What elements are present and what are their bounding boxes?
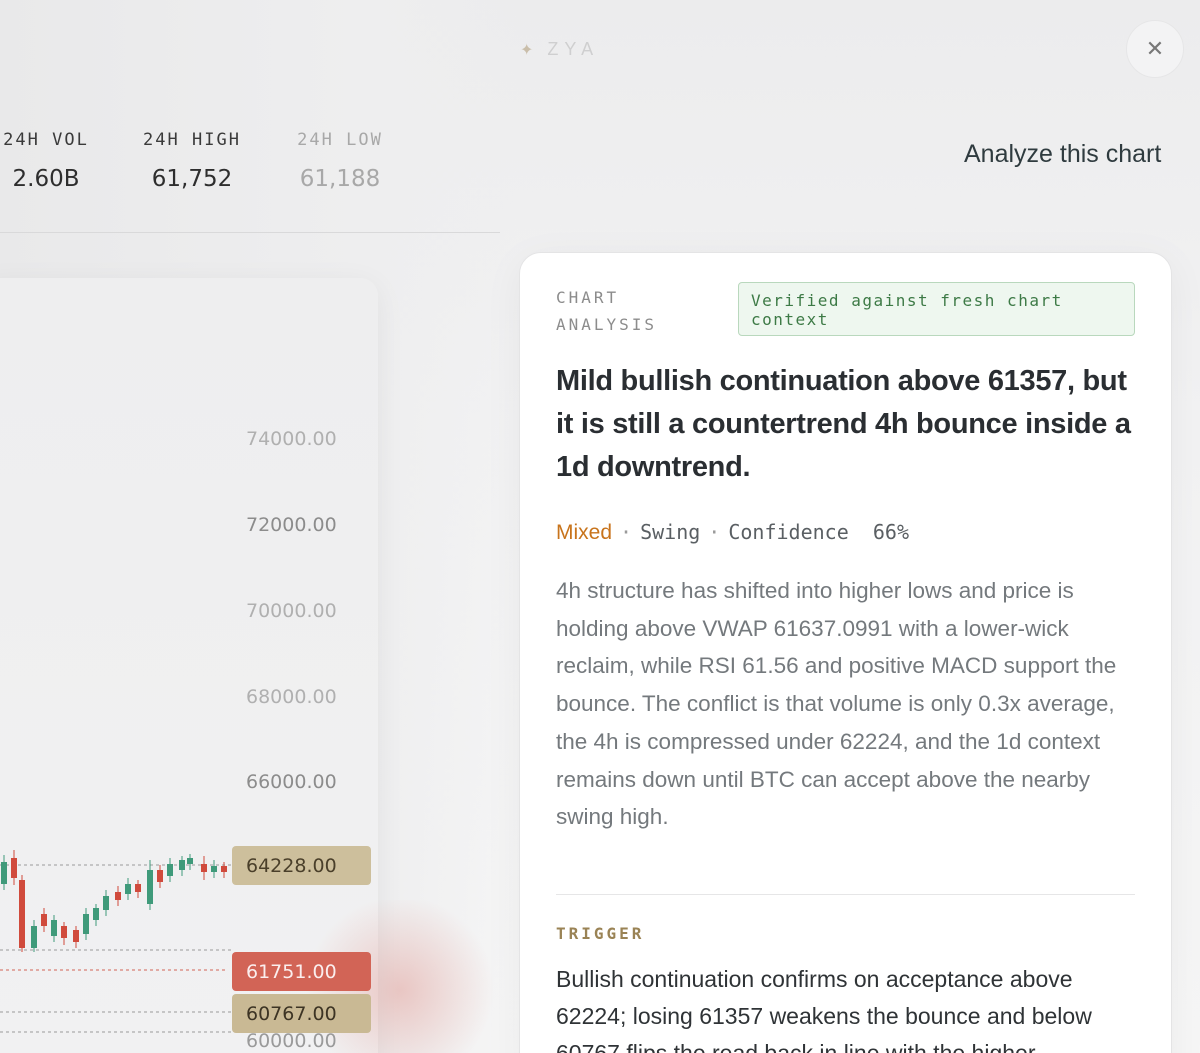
analysis-title: Mild bullish continuation above 61357, b… — [556, 365, 1131, 483]
candle — [115, 892, 121, 900]
confidence-label: Confidence — [728, 520, 849, 544]
candle — [31, 926, 37, 948]
stat-value: 61,752 — [151, 166, 233, 192]
candle — [51, 920, 57, 936]
candle — [201, 864, 207, 872]
candle — [1, 862, 7, 884]
candle — [61, 926, 67, 938]
section-divider — [556, 894, 1135, 895]
stat-24h-vol: 24H VOL 2.60B — [0, 130, 92, 192]
confidence-value: 66% — [872, 520, 909, 544]
close-button[interactable]: ✕ — [1126, 20, 1184, 78]
close-icon: ✕ — [1145, 36, 1165, 62]
analysis-body: 4h structure has shifted into higher low… — [556, 578, 1117, 830]
stat-label: 24H LOW — [297, 130, 383, 150]
candle — [147, 870, 153, 904]
stats-divider — [0, 232, 500, 233]
brand: ✦ ZYA — [520, 36, 599, 62]
sparkle-icon: ✦ — [520, 39, 534, 59]
price-axis-label: 66000.00 — [246, 771, 337, 793]
analysis-meta: Mixed · Swing · Confidence 66% — [556, 520, 909, 544]
candle — [187, 858, 193, 864]
candle — [221, 866, 227, 872]
price-axis-label: 68000.00 — [246, 686, 337, 708]
price-level-lines — [0, 864, 232, 1033]
stat-value: 61,188 — [299, 166, 381, 192]
candle — [167, 864, 173, 876]
candle — [135, 884, 141, 892]
price-axis-label: 74000.00 — [246, 428, 337, 450]
candle — [19, 880, 25, 948]
candle — [103, 896, 109, 910]
stat-value: 2.60B — [12, 166, 80, 192]
price-tag-current: 61751.00 — [232, 952, 371, 991]
stat-24h-low: 24H LOW 61,188 — [290, 130, 390, 192]
candle — [11, 858, 17, 878]
verified-badge: Verified against fresh chart context — [738, 282, 1135, 336]
stat-24h-high: 24H HIGH 61,752 — [140, 130, 244, 192]
candle — [41, 914, 47, 926]
price-axis-label: 70000.00 — [246, 600, 337, 622]
candle — [93, 908, 99, 920]
price-axis-label: 72000.00 — [246, 514, 337, 536]
price-axis-label: 60000.00 — [246, 1030, 337, 1052]
trigger-text: Bullish continuation confirms on accepta… — [556, 966, 1092, 1053]
candle — [157, 870, 163, 882]
style-label: Swing — [640, 520, 701, 544]
stat-label: 24H HIGH — [143, 130, 241, 150]
candle — [83, 914, 89, 934]
analyze-prompt: Analyze this chart — [964, 140, 1162, 168]
price-tag-level-lower: 60767.00 — [232, 994, 371, 1033]
price-tag-level-upper: 64228.00 — [232, 846, 371, 885]
analysis-kicker: CHART ANALYSIS — [556, 288, 658, 334]
bias-label: Mixed — [556, 521, 613, 544]
candle — [211, 866, 217, 872]
stat-label: 24H VOL — [3, 130, 89, 150]
brand-name: ZYA — [547, 38, 600, 59]
candle — [125, 884, 131, 894]
candle — [73, 930, 79, 942]
trigger-label: TRIGGER — [556, 924, 645, 943]
candle — [179, 860, 185, 870]
